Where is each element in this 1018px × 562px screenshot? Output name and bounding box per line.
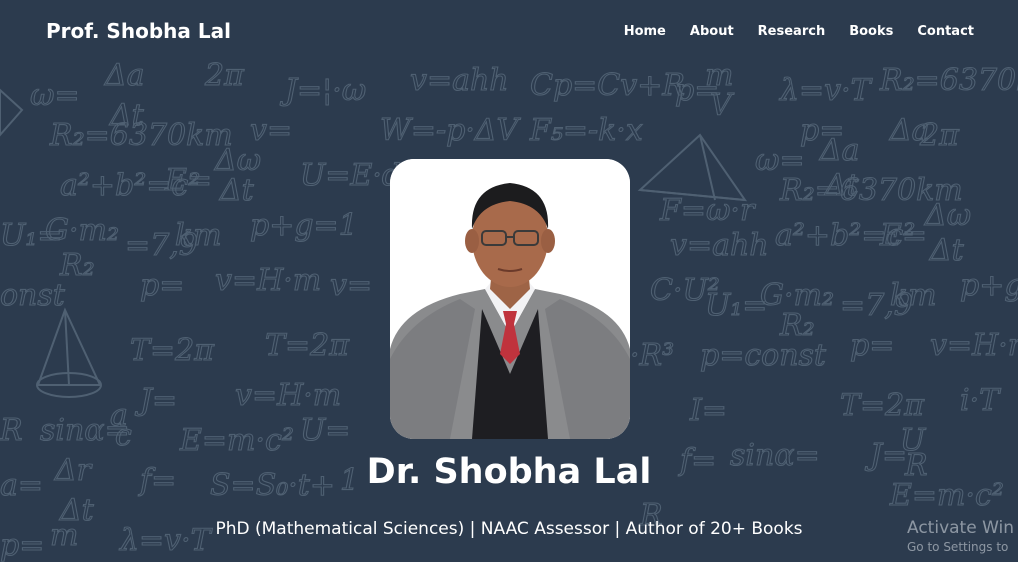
nav-link-about[interactable]: About bbox=[690, 24, 734, 39]
svg-text:p+g=1: p+g=1 bbox=[960, 268, 1018, 303]
svg-text:p=: p= bbox=[850, 328, 894, 363]
svg-text:R₂=6370km: R₂=6370km bbox=[49, 118, 233, 153]
svg-text:U=: U= bbox=[300, 413, 350, 448]
svg-text:ω=: ω= bbox=[30, 78, 80, 113]
svg-text:c: c bbox=[115, 418, 132, 453]
svg-text:i·T: i·T bbox=[960, 383, 1001, 418]
svg-text:I=: I= bbox=[689, 393, 727, 428]
watermark-title: Activate Win bbox=[907, 518, 1015, 538]
professor-portrait-icon bbox=[390, 159, 630, 439]
svg-text:v=H·m: v=H·m bbox=[235, 378, 341, 413]
svg-text:E=: E= bbox=[879, 218, 927, 253]
svg-text:v=: v= bbox=[330, 268, 372, 303]
navbar: Prof. Shobha Lal Home About Research Boo… bbox=[0, 0, 1018, 62]
svg-text:2π: 2π bbox=[919, 118, 960, 153]
svg-text:T=2π: T=2π bbox=[265, 328, 350, 363]
svg-text:J=: J= bbox=[134, 383, 177, 418]
windows-activation-watermark: Activate Win Go to Settings to bbox=[907, 518, 1018, 556]
svg-text:km: km bbox=[175, 218, 222, 253]
svg-text:onst: onst bbox=[0, 278, 66, 313]
svg-text:G·m₂: G·m₂ bbox=[45, 213, 119, 248]
svg-text:v=H·m: v=H·m bbox=[930, 328, 1018, 363]
watermark-subtitle: Go to Settings to bbox=[907, 540, 1009, 554]
svg-text:R: R bbox=[0, 413, 23, 448]
svg-text:v=H·m: v=H·m bbox=[215, 263, 321, 298]
svg-text:U₁=: U₁= bbox=[705, 288, 767, 323]
profile-photo bbox=[390, 159, 630, 439]
svg-text:Δt: Δt bbox=[929, 233, 965, 268]
page: ω= Δa Δt 2π J=¦·ω v=ahh Cp=Cv+R p= m V λ… bbox=[0, 0, 1018, 562]
svg-text:p=const: p=const bbox=[700, 338, 827, 373]
svg-text:F=ω·r: F=ω·r bbox=[659, 193, 756, 228]
svg-text:2π: 2π bbox=[204, 58, 245, 93]
svg-text:λ=v·T: λ=v·T bbox=[779, 73, 873, 108]
svg-text:T=2π: T=2π bbox=[130, 333, 215, 368]
nav-menu: Home About Research Books Contact bbox=[624, 24, 974, 39]
nav-link-books[interactable]: Books bbox=[849, 24, 893, 39]
svg-text:Δω: Δω bbox=[924, 198, 971, 233]
svg-text:v=ahh: v=ahh bbox=[410, 63, 509, 98]
svg-text:p=: p= bbox=[140, 268, 184, 303]
nav-link-contact[interactable]: Contact bbox=[917, 24, 974, 39]
svg-text:km: km bbox=[890, 278, 937, 313]
nav-link-research[interactable]: Research bbox=[758, 24, 826, 39]
svg-text:F₅=-k·x: F₅=-k·x bbox=[529, 113, 643, 148]
svg-text:T=2π: T=2π bbox=[840, 388, 925, 423]
svg-text:R₂=6370km: R₂=6370km bbox=[879, 63, 1018, 98]
svg-text:Δt: Δt bbox=[219, 173, 255, 208]
svg-text:E=: E= bbox=[164, 163, 212, 198]
svg-text:Δa: Δa bbox=[104, 58, 145, 93]
svg-text:J=¦·ω: J=¦·ω bbox=[279, 73, 366, 108]
svg-text:Δa: Δa bbox=[819, 133, 860, 168]
hero-tagline: PhD (Mathematical Sciences) | NAAC Asses… bbox=[215, 519, 803, 539]
nav-link-home[interactable]: Home bbox=[624, 24, 666, 39]
svg-text:W=-p·ΔV: W=-p·ΔV bbox=[380, 113, 522, 148]
brand-logo-link[interactable]: Prof. Shobha Lal bbox=[46, 19, 231, 43]
svg-text:U=E·d: U=E·d bbox=[300, 158, 401, 193]
svg-text:·R³: ·R³ bbox=[630, 338, 674, 373]
svg-text:Cp=Cv+R: Cp=Cv+R bbox=[530, 68, 685, 103]
hero-name: Dr. Shobha Lal bbox=[366, 452, 652, 492]
svg-text:V: V bbox=[710, 88, 735, 123]
svg-text:p+g=1: p+g=1 bbox=[250, 208, 358, 243]
svg-text:v=ahh: v=ahh bbox=[670, 228, 769, 263]
